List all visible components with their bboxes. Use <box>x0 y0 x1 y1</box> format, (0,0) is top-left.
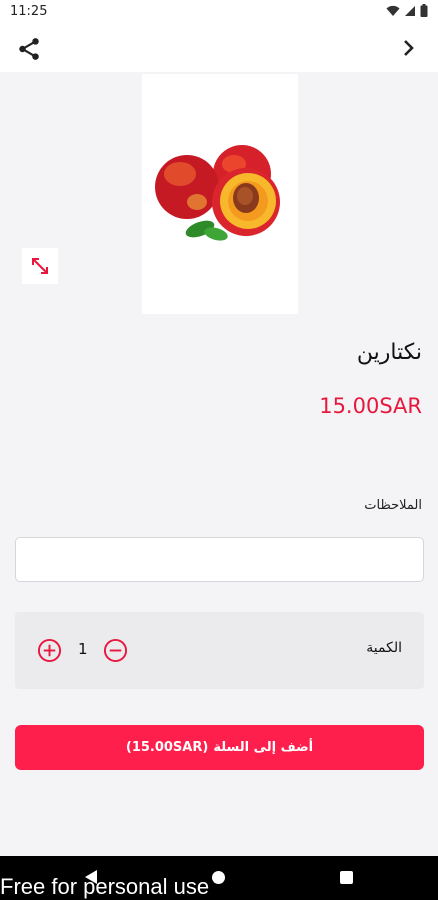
status-time: 11:25 <box>10 4 48 19</box>
product-image[interactable] <box>142 74 298 314</box>
quantity-label: الكمية <box>366 640 402 656</box>
status-icons <box>386 4 428 17</box>
product-name: نكتارين <box>356 340 422 365</box>
plus-circle-icon[interactable] <box>37 638 62 663</box>
add-to-cart-button[interactable]: أضف إلى السلة (15.00SAR) <box>15 725 424 770</box>
add-to-cart-price: (15.00SAR) <box>125 740 209 755</box>
expand-button[interactable] <box>22 248 58 284</box>
minus-circle-icon[interactable] <box>103 638 128 663</box>
notes-input[interactable] <box>15 537 424 582</box>
nav-recents-icon[interactable] <box>340 871 353 884</box>
nectarine-fruit-image <box>155 145 280 241</box>
product-price: 15.00SAR <box>319 394 422 418</box>
notes-label: الملاحظات <box>364 498 422 513</box>
wifi-icon <box>386 5 400 16</box>
signal-icon <box>405 5 415 16</box>
quantity-box: 1 الكمية <box>15 612 424 689</box>
watermark: Free for personal use <box>0 874 210 899</box>
quantity-value: 1 <box>78 640 88 658</box>
nav-home-icon[interactable] <box>212 871 225 884</box>
battery-icon <box>420 4 428 17</box>
share-icon[interactable] <box>16 36 42 62</box>
add-to-cart-label: أضف إلى السلة <box>213 740 314 755</box>
chevron-right-icon[interactable] <box>396 36 420 60</box>
status-bar: 11:25 <box>0 0 438 24</box>
expand-icon <box>32 258 48 274</box>
app-bar <box>0 24 438 72</box>
